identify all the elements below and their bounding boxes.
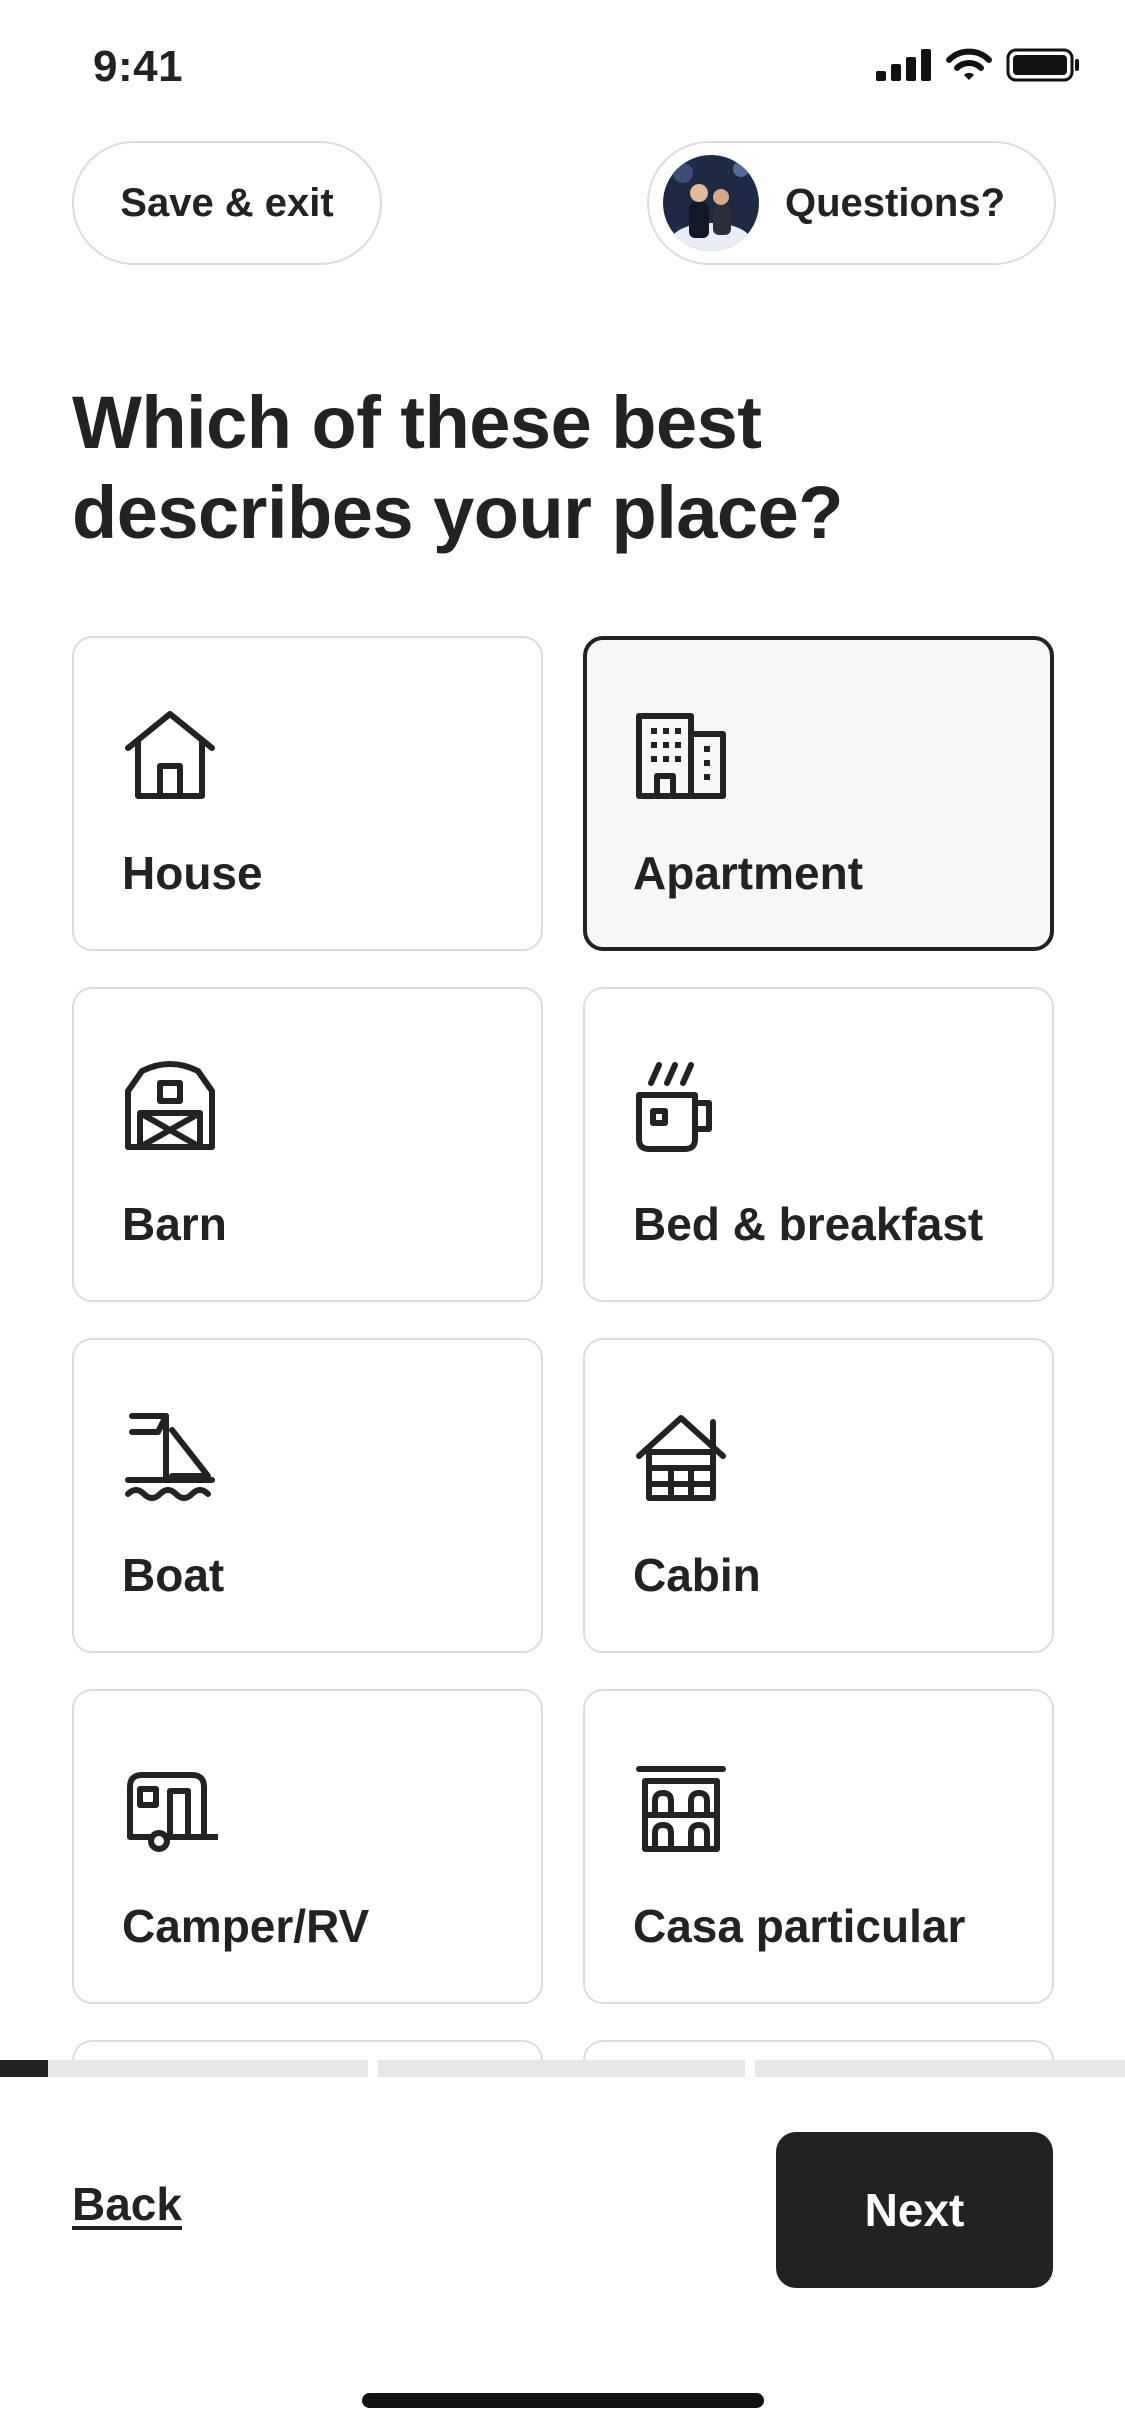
questions-button[interactable]: Questions? [647, 141, 1056, 265]
property-type-apartment[interactable]: Apartment [583, 636, 1054, 951]
next-button[interactable]: Next [776, 2132, 1053, 2288]
property-type-boat[interactable]: Boat [72, 1338, 543, 1653]
questions-label: Questions? [785, 180, 1006, 225]
status-icons [876, 48, 1080, 82]
property-type-label: Bed & breakfast [633, 1198, 984, 1250]
property-type-label: Barn [122, 1198, 227, 1250]
property-type-label: Casa particular [633, 1900, 966, 1952]
progress-step-1 [0, 2060, 368, 2077]
property-type-label: Cabin [633, 1549, 761, 1601]
coffee-mug-icon [636, 1062, 712, 1152]
avatar [663, 155, 759, 251]
footer: Back Next [0, 2077, 1125, 2436]
house-icon [125, 711, 215, 799]
property-type-barn[interactable]: Barn [72, 987, 543, 1302]
property-type-house[interactable]: House [72, 636, 543, 951]
status-bar: 9:41 [0, 0, 1125, 140]
progress-bar [0, 2060, 1125, 2077]
casa-particular-icon [636, 1766, 726, 1852]
property-type-casa-particular[interactable]: Casa particular [583, 1689, 1054, 2004]
progress-step-2 [378, 2060, 745, 2077]
property-type-label: Boat [122, 1549, 225, 1601]
status-time: 9:41 [93, 42, 184, 91]
wifi-icon [946, 48, 992, 80]
back-link[interactable]: Back [72, 2177, 182, 2231]
property-type-label: Camper/RV [122, 1900, 370, 1952]
save-exit-button[interactable]: Save & exit [72, 141, 382, 265]
barn-icon [125, 1061, 215, 1150]
progress-step-3 [755, 2060, 1125, 2077]
save-exit-label: Save & exit [120, 180, 334, 225]
sailboat-icon [125, 1413, 215, 1501]
battery-icon [1006, 48, 1079, 82]
property-type-camper-rv[interactable]: Camper/RV [72, 1689, 543, 2004]
progress-fill [0, 2060, 48, 2077]
cellular-signal-icon [876, 49, 931, 81]
camper-icon [127, 1772, 218, 1852]
home-indicator [362, 2393, 764, 2408]
cabin-icon [636, 1415, 726, 1501]
property-type-bed-and-breakfast[interactable]: Bed & breakfast [583, 987, 1054, 1302]
property-type-label: House [122, 847, 263, 899]
property-type-label: Apartment [633, 847, 864, 899]
property-type-cabin[interactable]: Cabin [583, 1338, 1054, 1653]
apartment-building-icon [636, 713, 726, 799]
page-title: Which of these best describes your place… [72, 381, 843, 554]
